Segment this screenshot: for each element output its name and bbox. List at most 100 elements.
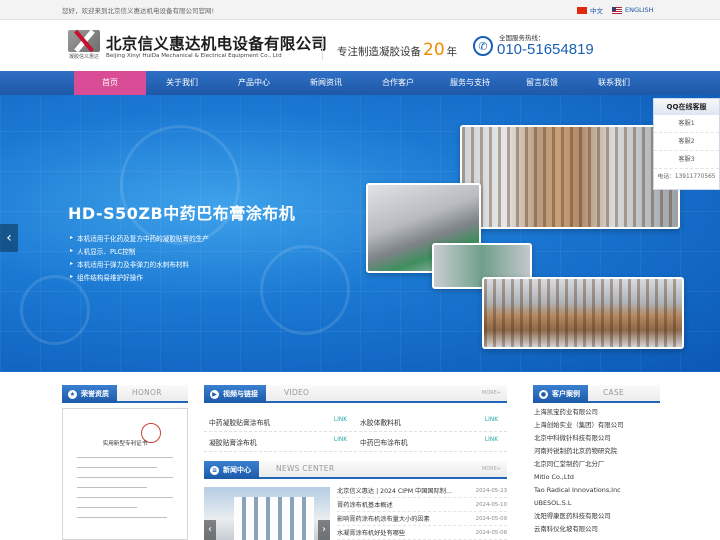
slogan-years: 20 [423, 40, 445, 60]
news-item-date: 2024-05-10 [475, 501, 507, 508]
customer-item[interactable]: 上海创始实业（集团）有限公司 [533, 419, 660, 432]
nav-home[interactable]: 首页 [74, 71, 146, 95]
qq-phone: 电话：13911770565 [657, 174, 716, 180]
video-item-title: 水胶体敷料机 [360, 418, 401, 427]
nav-feedback[interactable]: 留言反馈 [506, 71, 578, 95]
triangle-right-icon: ▸ [70, 260, 74, 267]
customers-label[interactable]: ● 客户案例 [533, 385, 588, 403]
link-tag: LINK [484, 436, 498, 443]
us-flag-icon [612, 6, 622, 14]
logo-caption: 凝胶信义惠达 [68, 54, 99, 60]
qq-service-3[interactable]: 客服3 [654, 151, 719, 169]
cert-line [77, 457, 173, 458]
cert-title: 实用新型专利证书 [102, 441, 148, 447]
customer-item[interactable]: 北京中科微针科技有限公司 [533, 432, 660, 445]
triangle-right-icon: ▸ [70, 273, 74, 280]
feature-text: 本机适用于化药及复方中药的凝胶贴膏的生产 [77, 234, 209, 243]
top-bar: 您好，欢迎来到北京信义惠达机电设备有限公司官网! 中文 ENGLISH [0, 0, 720, 20]
site-header: 凝胶信义惠达 北京信义惠达机电设备有限公司 Beijing Xinyi HuiD… [0, 20, 720, 70]
logo-mark-icon [68, 30, 100, 52]
customer-item[interactable]: 北京同仁堂制药厂北分厂 [533, 458, 660, 471]
feature-item: ▸ 本机适用于弹力及非弹力的水刺布材料 [70, 257, 209, 270]
news-item-title: 水凝膏涂布机好处有哪些 [337, 530, 406, 537]
video-item[interactable]: 水胶体敷料机 LINK [355, 417, 506, 427]
slogan-pre: 专注制造凝胶设备 [337, 46, 421, 58]
lang-en-label: ENGLISH [625, 6, 654, 14]
nav-service[interactable]: 服务与支持 [434, 71, 506, 95]
phone-icon: ✆ [473, 36, 493, 56]
honor-en: HONOR [132, 388, 162, 397]
news-item[interactable]: 水凝膏涂布机好处有哪些 2024-05-08 [337, 526, 507, 540]
user-icon: ● [539, 389, 548, 399]
news-item-date: 2024-05-23 [475, 487, 507, 494]
building-image [234, 497, 314, 540]
china-flag-icon [577, 6, 587, 14]
customer-item[interactable]: Tao Radical Innovations,Inc [533, 484, 660, 497]
gear-icon [20, 275, 90, 345]
feature-item: ▸ 本机适用于化药及复方中药的凝胶贴膏的生产 [70, 231, 209, 244]
lang-cn-link[interactable]: 中文 [577, 4, 603, 16]
company-logo[interactable]: 凝胶信义惠达 [68, 30, 100, 60]
slogan-post: 年 [446, 46, 458, 58]
honor-label[interactable]: ★ 荣誉资质 [62, 385, 117, 403]
hero-banner[interactable]: HD-S50ZB中药巴布膏涂布机 ▸ 本机适用于化药及复方中药的凝胶贴膏的生产 ▸… [0, 95, 720, 372]
nav-about[interactable]: 关于我们 [146, 71, 218, 95]
play-icon: ▶ [210, 389, 219, 399]
news-item-title: 膏药涂布机基本概述 [337, 502, 393, 509]
video-item-title: 中药凝胶贴膏涂布机 [209, 418, 271, 427]
slide-prev-button[interactable]: ‹ [0, 224, 18, 252]
news-more-link[interactable]: MORE+ [482, 466, 501, 472]
news-photo[interactable]: ‹ › [204, 487, 330, 540]
news-title: 新闻中心 [223, 466, 251, 474]
video-header: ▶ 视频与链接 VIDEO MORE+ [204, 385, 507, 403]
customer-item[interactable]: UBESOL.S.L [533, 497, 660, 510]
nav-products[interactable]: 产品中心 [218, 71, 290, 95]
video-item-title: 中药巴布涂布机 [360, 438, 408, 447]
customer-item[interactable]: Mitio Co.,Ltd [533, 471, 660, 484]
video-item[interactable]: 中药凝胶贴膏涂布机 LINK [204, 417, 355, 427]
video-title: 视频与链接 [223, 390, 258, 398]
honor-header: ★ 荣誉资质 HONOR [62, 385, 188, 403]
link-tag: LINK [484, 416, 498, 423]
news-prev-button[interactable]: ‹ [204, 520, 216, 540]
patent-certificate-image[interactable]: 实用新型专利证书 [62, 408, 188, 540]
triangle-right-icon: ▸ [70, 247, 74, 254]
news-en: NEWS CENTER [276, 464, 335, 473]
video-label[interactable]: ▶ 视频与链接 [204, 385, 266, 403]
news-item-date: 2024-05-09 [475, 515, 507, 522]
lang-en-link[interactable]: ENGLISH [612, 4, 654, 16]
news-next-button[interactable]: › [318, 520, 330, 540]
qq-service-1[interactable]: 客服1 [654, 115, 719, 133]
customer-item[interactable]: 沈阳得康医药科技有限公司 [533, 510, 660, 523]
video-list: 中药凝胶贴膏涂布机 LINK 水胶体敷料机 LINK 凝胶贴膏涂布机 LINK 中药巴… [204, 412, 507, 452]
video-item[interactable]: 中药巴布涂布机 LINK [355, 437, 506, 447]
nav-clients[interactable]: 合作客户 [362, 71, 434, 95]
news-list: 北京信义惠达 | 2024 CIPM 中国国际制... 2024-05-23 膏药… [337, 484, 507, 540]
customer-item[interactable]: 云南科仪化坡有限公司 [533, 523, 660, 536]
video-more-link[interactable]: MORE+ [482, 390, 501, 396]
nav-news[interactable]: 新闻资讯 [290, 71, 362, 95]
video-item-title: 凝胶贴膏涂布机 [209, 438, 257, 447]
qq-service-panel: QQ在线客服 客服1 客服2 客服3 电话：13911770565 [653, 98, 720, 190]
cert-line [77, 517, 167, 518]
news-item[interactable]: 影响膏药涂布机涂布量大小的因素 2024-05-09 [337, 512, 507, 526]
news-item[interactable]: 北京信义惠达 | 2024 CIPM 中国国际制... 2024-05-23 [337, 484, 507, 498]
triangle-right-icon: ▸ [70, 234, 74, 241]
news-item[interactable]: 膏药涂布机基本概述 2024-05-10 [337, 498, 507, 512]
customers-header: ● 客户案例 CASE [533, 385, 660, 403]
header-divider [322, 34, 323, 60]
main-nav: 首页 关于我们 产品中心 新闻资讯 合作客户 服务与支持 留言反馈 联系我们 [0, 71, 720, 95]
cert-line [77, 497, 173, 498]
news-label[interactable]: ≡ 新闻中心 [204, 461, 259, 479]
video-item[interactable]: 凝胶贴膏涂布机 LINK [204, 437, 355, 447]
news-header: ≡ 新闻中心 NEWS CENTER MORE+ [204, 461, 507, 479]
cert-line [77, 467, 157, 468]
banner-title: HD-S50ZB中药巴布膏涂布机 [68, 204, 296, 223]
feature-item: ▸ 组件结构易维护好操作 [70, 270, 209, 283]
gear-icon [260, 245, 350, 335]
slogan: 专注制造凝胶设备 20 年 [337, 40, 457, 60]
customer-item[interactable]: 河南羚锐制药北京药物研究院 [533, 445, 660, 458]
customer-item[interactable]: 上海凯宝药业有限公司 [533, 406, 660, 419]
nav-contact[interactable]: 联系我们 [578, 71, 650, 95]
qq-service-2[interactable]: 客服2 [654, 133, 719, 151]
